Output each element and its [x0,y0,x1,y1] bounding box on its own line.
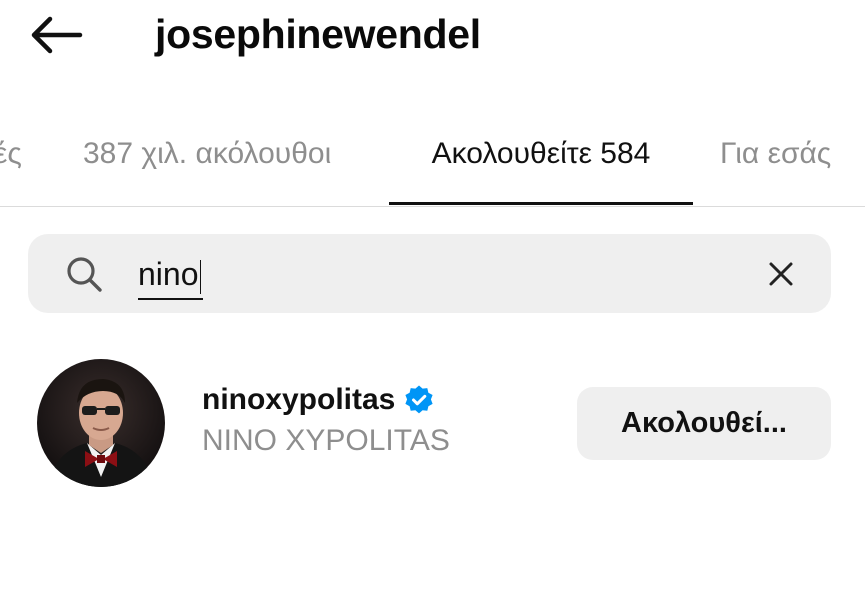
verified-badge-icon [405,385,433,414]
search-input[interactable]: nino [138,250,203,300]
following-list-screen: josephinewendel ές 387 χιλ. ακόλουθοι Ακ… [0,0,865,609]
result-full-name: NINO XYPOLITAS [202,424,450,457]
tab-previous[interactable]: ές [0,118,22,204]
search-input-text: nino [138,256,199,292]
following-button[interactable]: Ακολουθεί... [577,387,831,460]
tab-following[interactable]: Ακολουθείτε 584 [389,118,693,204]
list-item[interactable]: ninoxypolitas NINO XYPOLITAS Ακολουθεί..… [0,350,865,500]
avatar[interactable] [37,359,165,487]
arrow-left-icon [31,16,83,54]
active-tab-indicator [389,202,693,205]
page-title: josephinewendel [155,11,481,57]
text-caret [199,259,201,294]
search-icon [67,257,102,292]
tab-bar: ές 387 χιλ. ακόλουθοι Ακολουθείτε 584 Γι… [0,118,865,208]
tab-for-you[interactable]: Για εσάς [720,118,831,204]
result-username: ninoxypolitas [202,383,396,416]
close-icon[interactable] [765,258,797,290]
tab-followers[interactable]: 387 χιλ. ακόλουθοι [83,118,331,204]
back-button[interactable] [22,10,90,60]
search-bar[interactable]: nino [28,234,831,313]
tabs-divider [0,206,865,207]
username-line[interactable]: ninoxypolitas [202,380,435,420]
